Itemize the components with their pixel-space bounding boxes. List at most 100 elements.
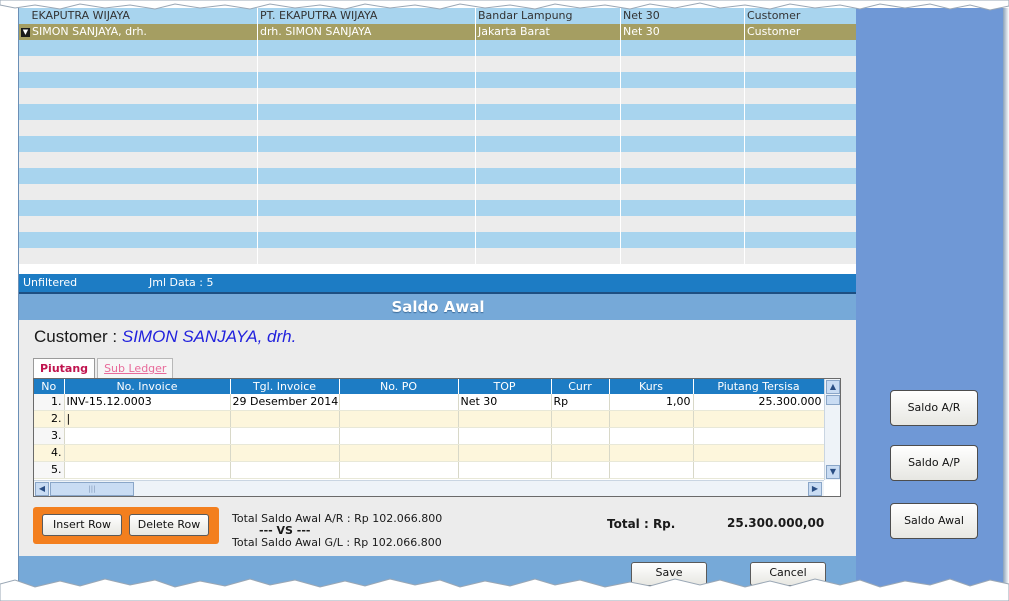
vertical-scroll-thumb[interactable] — [826, 395, 840, 405]
delete-row-button[interactable]: Delete Row — [129, 514, 209, 536]
row-number: 4. — [34, 444, 65, 462]
customer-label: Customer : — [34, 327, 118, 346]
table-row[interactable] — [19, 232, 856, 248]
table-row[interactable]: 3. — [34, 427, 825, 445]
insert-row-button[interactable]: Insert Row — [42, 514, 122, 536]
scroll-up-icon[interactable]: ▲ — [826, 380, 840, 394]
po-cell[interactable] — [339, 461, 459, 479]
scroll-down-icon[interactable]: ▼ — [826, 465, 840, 479]
invoice-cell-editing[interactable]: | — [64, 410, 231, 428]
table-row[interactable] — [19, 168, 856, 184]
kurs-cell[interactable]: 1,00 — [609, 394, 694, 411]
row-number: 2. — [34, 410, 65, 428]
table-row[interactable] — [19, 184, 856, 200]
saldo-ap-button[interactable]: Saldo A/P — [890, 445, 978, 481]
saldo-awal-button[interactable]: Saldo Awal — [890, 503, 978, 539]
date-cell[interactable]: 29 Desember 2014 — [230, 394, 340, 411]
page-shadow — [1003, 8, 1009, 590]
column-header-top[interactable]: TOP — [458, 379, 552, 394]
table-row-selected[interactable]: ▼ SIMON SANJAYA, drh. drh. SIMON SANJAYA … — [19, 24, 856, 40]
table-row[interactable] — [19, 72, 856, 88]
table-row[interactable] — [19, 152, 856, 168]
table-header-row: No No. Invoice Tgl. Invoice No. PO TOP C… — [34, 379, 825, 394]
date-cell[interactable] — [230, 444, 340, 462]
table-row[interactable] — [19, 248, 856, 264]
table-row[interactable]: 5. — [34, 461, 825, 479]
invoice-cell[interactable] — [64, 461, 231, 479]
horizontal-scrollbar[interactable]: ◀ ||| ▶ — [34, 480, 824, 496]
curr-cell[interactable] — [551, 461, 610, 479]
column-header-invoice[interactable]: No. Invoice — [64, 379, 231, 394]
curr-cell[interactable]: Rp — [551, 394, 610, 411]
curr-cell[interactable] — [551, 444, 610, 462]
top-cell[interactable] — [458, 410, 552, 428]
record-count: Jml Data : 5 — [149, 276, 214, 289]
date-cell[interactable] — [230, 410, 340, 428]
kurs-cell[interactable] — [609, 461, 694, 479]
scroll-left-icon[interactable]: ◀ — [35, 482, 49, 496]
row-actions-group: Insert Row Delete Row — [33, 507, 219, 544]
customer-heading: Customer : SIMON SANJAYA, drh. — [34, 327, 296, 347]
row-number: 3. — [34, 427, 65, 445]
grid-cell[interactable]: ▼ SIMON SANJAYA, drh. — [19, 24, 258, 40]
po-cell[interactable] — [339, 444, 459, 462]
top-cell[interactable] — [458, 444, 552, 462]
invoice-table[interactable]: No No. Invoice Tgl. Invoice No. PO TOP C… — [34, 379, 825, 479]
po-cell[interactable] — [339, 394, 459, 411]
table-row[interactable] — [19, 88, 856, 104]
remaining-cell[interactable] — [693, 461, 825, 479]
remaining-cell[interactable] — [693, 444, 825, 462]
grid-status-bar: Unfiltered Jml Data : 5 — [19, 274, 856, 292]
saldo-ar-button[interactable]: Saldo A/R — [890, 390, 978, 426]
column-header-po[interactable]: No. PO — [339, 379, 459, 394]
column-header-curr[interactable]: Curr — [551, 379, 610, 394]
po-cell[interactable] — [339, 427, 459, 445]
invoice-cell[interactable]: INV-15.12.0003 — [64, 394, 231, 411]
tab-sub-ledger[interactable]: Sub Ledger — [97, 358, 174, 378]
section-title: Saldo Awal — [19, 292, 856, 320]
remaining-cell[interactable] — [693, 427, 825, 445]
scroll-right-icon[interactable]: ▶ — [808, 482, 822, 496]
table-row[interactable]: 1. INV-15.12.0003 29 Desember 2014 Net 3… — [34, 394, 825, 411]
top-cell[interactable]: Net 30 — [458, 394, 552, 411]
table-row[interactable]: 2. | — [34, 410, 825, 428]
table-row[interactable] — [19, 40, 856, 56]
kurs-cell[interactable] — [609, 427, 694, 445]
date-cell[interactable] — [230, 461, 340, 479]
column-header-date[interactable]: Tgl. Invoice — [230, 379, 340, 394]
table-row[interactable] — [19, 120, 856, 136]
curr-cell[interactable] — [551, 427, 610, 445]
remaining-cell[interactable]: 25.300.000 — [693, 394, 825, 411]
customer-grid[interactable]: EKAPUTRA WIJAYA PT. EKAPUTRA WIJAYA Band… — [19, 8, 856, 274]
kurs-cell[interactable] — [609, 444, 694, 462]
kurs-cell[interactable] — [609, 410, 694, 428]
table-row[interactable] — [19, 104, 856, 120]
table-row[interactable] — [19, 216, 856, 232]
top-cell[interactable] — [458, 461, 552, 479]
grid-cell[interactable]: Jakarta Barat — [476, 24, 621, 40]
horizontal-scroll-thumb[interactable]: ||| — [50, 482, 134, 496]
invoice-grid[interactable]: No No. Invoice Tgl. Invoice No. PO TOP C… — [33, 378, 841, 497]
customer-name: SIMON SANJAYA, drh. — [121, 327, 297, 346]
invoice-cell[interactable] — [64, 444, 231, 462]
curr-cell[interactable] — [551, 410, 610, 428]
date-cell[interactable] — [230, 427, 340, 445]
table-row[interactable] — [19, 136, 856, 152]
table-row[interactable] — [19, 200, 856, 216]
invoice-cell[interactable] — [64, 427, 231, 445]
grid-cell[interactable]: drh. SIMON SANJAYA — [258, 24, 476, 40]
vertical-scrollbar[interactable]: ▲ ▼ — [824, 379, 840, 480]
po-cell[interactable] — [339, 410, 459, 428]
column-header-no[interactable]: No — [34, 379, 65, 394]
table-row[interactable]: 4. — [34, 444, 825, 462]
saldo-awal-panel: Customer : SIMON SANJAYA, drh. Piutang S… — [19, 320, 856, 556]
grid-cell[interactable]: Customer — [745, 24, 856, 40]
tab-piutang[interactable]: Piutang — [33, 358, 96, 378]
grid-cell[interactable]: Net 30 — [621, 24, 745, 40]
top-cell[interactable] — [458, 427, 552, 445]
column-header-kurs[interactable]: Kurs — [609, 379, 694, 394]
column-header-remaining[interactable]: Piutang Tersisa — [693, 379, 825, 394]
table-row[interactable] — [19, 56, 856, 72]
torn-edge-top — [0, 0, 1009, 11]
remaining-cell[interactable] — [693, 410, 825, 428]
